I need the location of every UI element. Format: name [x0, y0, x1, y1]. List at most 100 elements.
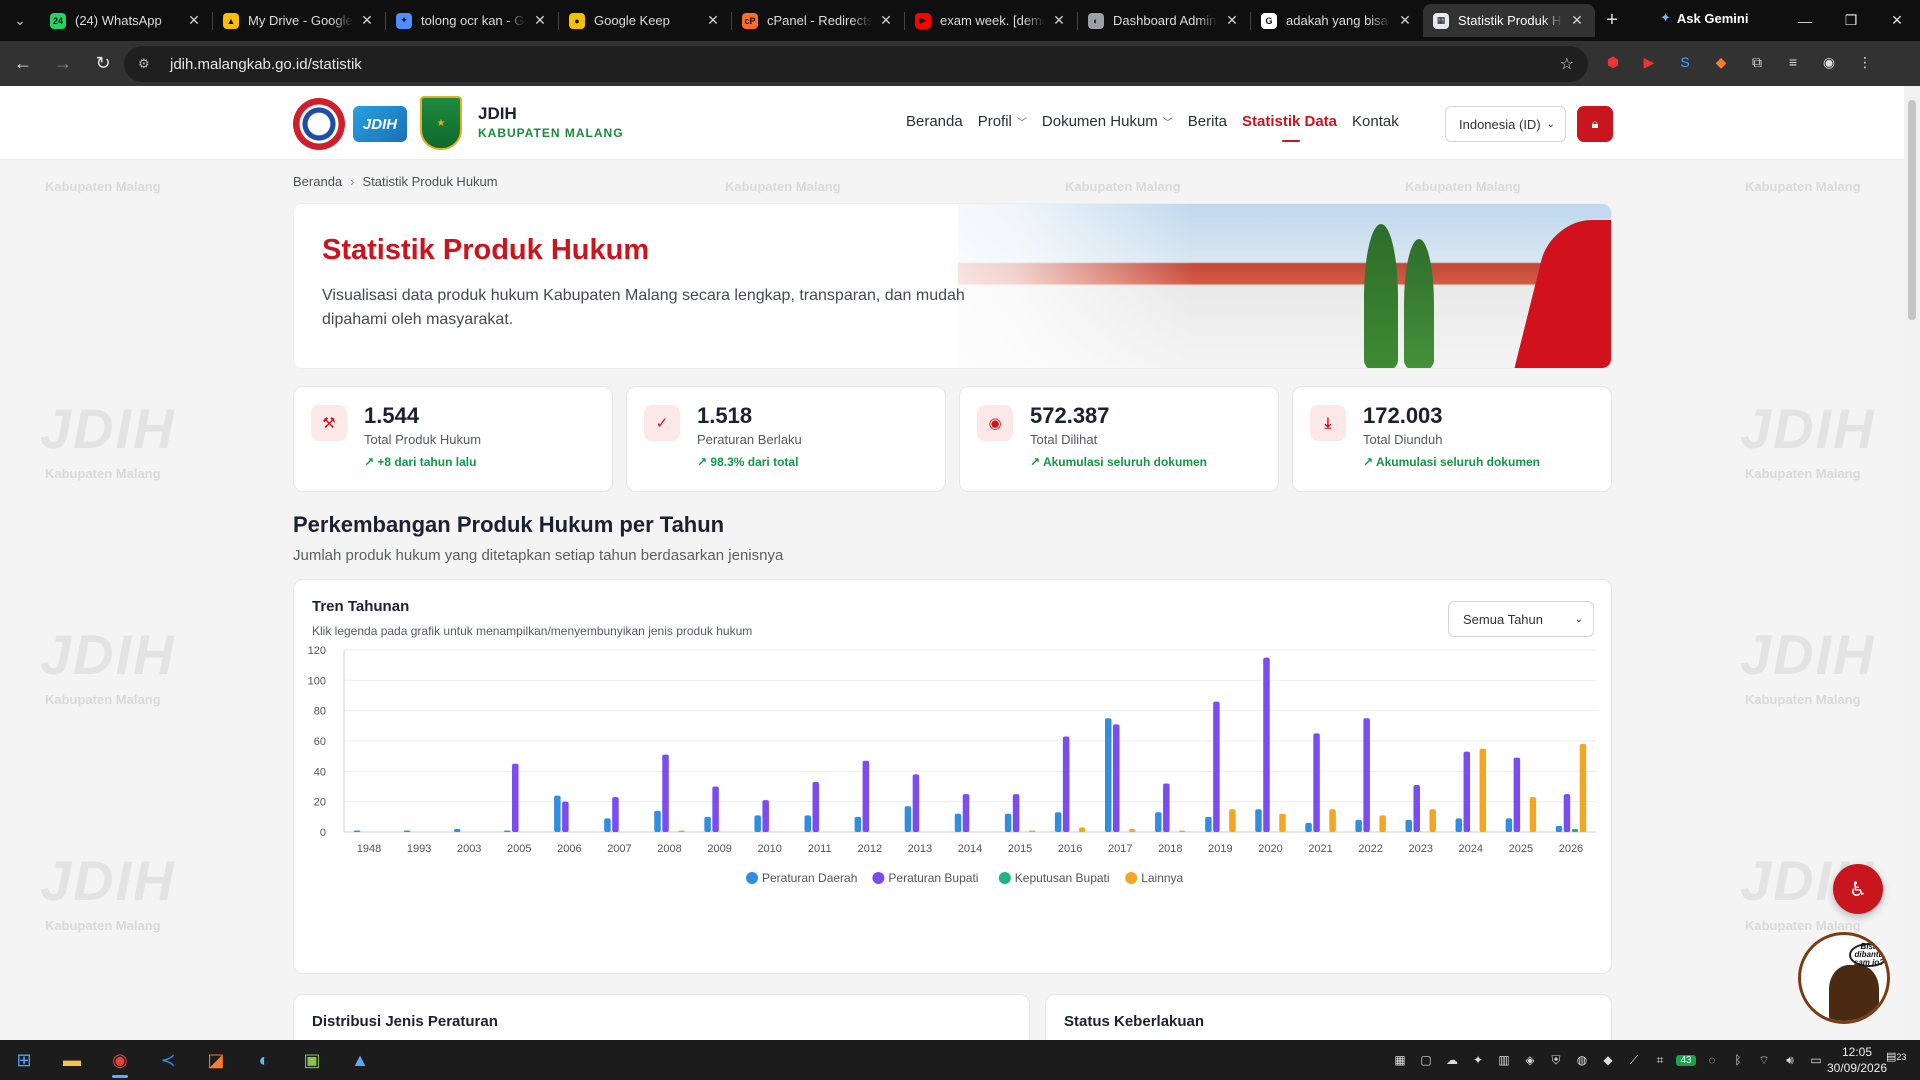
tray-app-icon[interactable]: ☁: [1442, 1053, 1462, 1067]
jdih-national-logo[interactable]: [293, 98, 345, 150]
wifi-icon[interactable]: ⌔: [1754, 1053, 1774, 1068]
nav-berita[interactable]: Berita: [1188, 113, 1227, 130]
tray-app-icon[interactable]: ▢: [1416, 1053, 1436, 1067]
close-window-button[interactable]: ✕: [1874, 0, 1920, 41]
app-icon[interactable]: ▣: [288, 1040, 336, 1080]
tray-app-icon[interactable]: ⟋: [1624, 1053, 1644, 1068]
language-select[interactable]: Indonesia (ID) ⌄: [1445, 106, 1566, 142]
tray-app-icon[interactable]: ◍: [1572, 1053, 1592, 1067]
app-icon[interactable]: ▲: [336, 1040, 384, 1080]
legend-marker: [746, 872, 758, 884]
bar-peraturan-bupati: [712, 786, 719, 832]
tab-close-icon[interactable]: ✕: [705, 12, 721, 29]
tab-close-icon[interactable]: ✕: [532, 12, 548, 29]
file-explorer-icon[interactable]: ▬: [48, 1040, 96, 1080]
extension-youtube-icon[interactable]: ▶: [1636, 49, 1662, 75]
distribution-card-title: Distribusi Jenis Peraturan: [312, 1013, 498, 1030]
breadcrumb-home-link[interactable]: Beranda: [293, 174, 342, 189]
bar-peraturan-daerah: [904, 806, 912, 832]
sublime-icon[interactable]: ◪: [192, 1040, 240, 1080]
nav-statistik-data[interactable]: Statistik Data: [1242, 113, 1337, 142]
reading-list-icon[interactable]: ≡: [1780, 49, 1806, 75]
tab-close-icon[interactable]: ✕: [878, 12, 894, 29]
legend-item[interactable]: Peraturan Bupati: [888, 871, 978, 885]
legend-item[interactable]: Keputusan Bupati: [1015, 871, 1110, 885]
watermark-text: Kabupaten Malang: [1745, 179, 1861, 194]
x-tick-label: 2023: [1408, 843, 1432, 855]
bar-lainnya: [1379, 815, 1386, 832]
brand-title[interactable]: JDIH: [478, 104, 517, 124]
browser-tab[interactable]: ▶ exam week. [demo] ✕: [905, 4, 1077, 37]
edge-icon[interactable]: ◐: [240, 1040, 288, 1080]
tray-app-icon[interactable]: ◈: [1520, 1053, 1540, 1067]
tray-count-badge[interactable]: 43: [1676, 1054, 1696, 1066]
notification-center-button[interactable]: ▤23: [1886, 1050, 1908, 1070]
chat-mascot-button[interactable]: Bisa dibantu sam jo?: [1798, 932, 1890, 1024]
kabupaten-malang-emblem[interactable]: ★: [420, 96, 462, 150]
restore-button[interactable]: ❐: [1828, 0, 1874, 41]
nav-profil[interactable]: Profil ﹀: [978, 113, 1027, 130]
tab-close-icon[interactable]: ✕: [186, 12, 202, 29]
browser-tab[interactable]: cP cPanel - Redirects ✕: [732, 4, 904, 37]
reload-button[interactable]: ↻: [86, 47, 120, 81]
vscode-icon[interactable]: ≺: [144, 1040, 192, 1080]
year-filter-select[interactable]: Semua Tahun ⌄: [1448, 601, 1594, 637]
browser-tab[interactable]: ✦ tolong ocr kan - Gemini ✕: [386, 4, 558, 37]
tray-app-icon[interactable]: ▥: [1494, 1053, 1514, 1067]
bar-lainnya: [1529, 797, 1537, 832]
volume-icon[interactable]: 🔊︎: [1780, 1053, 1800, 1068]
nav-beranda[interactable]: Beranda: [906, 113, 963, 130]
tray-app-icon[interactable]: ⛨: [1546, 1053, 1566, 1068]
tab-close-icon[interactable]: ✕: [1397, 12, 1413, 29]
browser-tab[interactable]: 24 (24) WhatsApp ✕: [40, 4, 212, 37]
bar-peraturan-daerah: [754, 815, 761, 832]
tab-close-icon[interactable]: ✕: [1224, 12, 1240, 29]
bluetooth-icon[interactable]: ᛒ: [1728, 1053, 1748, 1067]
tray-app-icon[interactable]: ⌗: [1650, 1053, 1670, 1068]
legend-item[interactable]: Peraturan Daerah: [762, 871, 857, 885]
check-circle-icon: ✓: [644, 405, 680, 441]
address-bar[interactable]: ⚙ jdih.malangkab.go.id/statistik ☆: [124, 46, 1588, 82]
site-info-icon[interactable]: ⚙: [138, 56, 158, 72]
browser-tab[interactable]: ● Google Keep ✕: [559, 4, 731, 37]
bar-lainnya: [1579, 744, 1587, 832]
ask-gemini-button[interactable]: ✦ Ask Gemini: [1660, 10, 1748, 26]
tab-close-icon[interactable]: ✕: [1051, 12, 1067, 29]
login-lock-button[interactable]: 🔒︎: [1577, 106, 1613, 142]
tray-app-icon[interactable]: ▦: [1390, 1053, 1410, 1067]
nav-kontak[interactable]: Kontak: [1352, 113, 1399, 130]
browser-tab[interactable]: ▲ My Drive - Google Drive ✕: [213, 4, 385, 37]
tab-close-icon[interactable]: ✕: [359, 12, 375, 29]
nav-dokumen-hukum[interactable]: Dokumen Hukum ﹀: [1042, 113, 1173, 130]
bar-peraturan-daerah: [854, 816, 862, 832]
windows-start-icon[interactable]: ⊞: [0, 1040, 48, 1080]
tray-app-icon[interactable]: ✦: [1468, 1053, 1488, 1067]
bar-peraturan-daerah: [1355, 819, 1362, 832]
browser-tab[interactable]: ▦ Statistik Produk Hukum ✕: [1423, 4, 1595, 37]
browser-menu-icon[interactable]: ⋮: [1852, 49, 1878, 75]
page-scrollbar[interactable]: [1904, 86, 1920, 1040]
bookmark-star-icon[interactable]: ☆: [1560, 54, 1574, 74]
extension-orange-icon[interactable]: ◆: [1708, 49, 1734, 75]
accessibility-button[interactable]: ♿︎: [1833, 864, 1883, 914]
tray-app-icon[interactable]: ◆: [1598, 1053, 1618, 1067]
jdih-malang-logo[interactable]: JDIH: [353, 106, 407, 142]
tab-close-icon[interactable]: ✕: [1569, 12, 1585, 29]
browser-tab[interactable]: ◐ Dashboard Admin ✕: [1078, 4, 1250, 37]
profile-avatar-icon[interactable]: ◉: [1816, 49, 1842, 75]
extension-s-icon[interactable]: S: [1672, 49, 1698, 75]
language-value: Indonesia (ID): [1459, 116, 1541, 132]
forward-button[interactable]: →: [46, 47, 80, 81]
extensions-puzzle-icon[interactable]: ⧉: [1744, 49, 1770, 75]
browser-tab[interactable]: Gadakah yang bisa m ✕: [1251, 4, 1423, 37]
legend-item[interactable]: Lainnya: [1141, 871, 1183, 885]
minimize-button[interactable]: —: [1782, 0, 1828, 41]
tab-title: (24) WhatsApp: [75, 13, 162, 28]
chrome-icon[interactable]: ◉: [96, 1040, 144, 1080]
scrollbar-thumb[interactable]: [1908, 100, 1916, 320]
tab-search-chevron-icon[interactable]: ⌄: [0, 0, 40, 41]
new-tab-button[interactable]: +: [1595, 0, 1629, 41]
extension-red-icon[interactable]: ⬢: [1600, 49, 1626, 75]
tray-app-icon[interactable]: ◌: [1702, 1053, 1722, 1067]
back-button[interactable]: ←: [6, 47, 40, 81]
